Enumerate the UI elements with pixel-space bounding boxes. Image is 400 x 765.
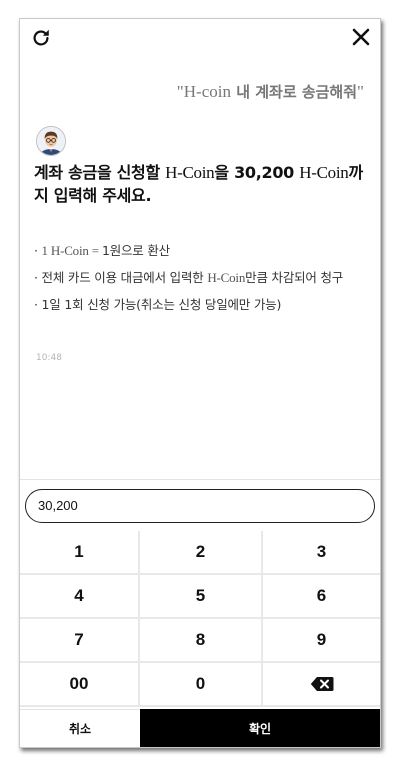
action-bar: 취소 확인 — [20, 709, 380, 747]
message-timestamp: 10:48 — [36, 353, 62, 363]
amount-input[interactable]: 30,200 — [25, 489, 375, 523]
info-item-brand: 1 H-Coin = — [41, 243, 102, 258]
user-message-text: 내 계좌로 송금해줘 — [230, 83, 358, 101]
chat-screen: "H-coin 내 계좌로 송금해줘" 계좌 송금을 신청할 H-Coin을 3… — [19, 18, 381, 748]
info-item-text-pre: 전체 카드 이용 대금에서 입력한 — [41, 270, 208, 285]
info-item: · 1일 1회 신청 가능(취소는 신청 당일에만 가능) — [34, 295, 368, 315]
key-00[interactable]: 00 — [20, 663, 138, 705]
close-icon[interactable] — [352, 28, 370, 46]
divider — [20, 479, 380, 480]
key-5[interactable]: 5 — [140, 575, 261, 617]
bot-message-title: 계좌 송금을 신청할 H-Coin을 30,200 H-Coin까지 입력해 주… — [34, 161, 370, 207]
key-6[interactable]: 6 — [263, 575, 380, 617]
key-4[interactable]: 4 — [20, 575, 138, 617]
info-item-text: 만큼 차감되어 청구 — [245, 270, 344, 285]
info-list: · 1 H-Coin = 1원으로 환산 · 전체 카드 이용 대금에서 입력한… — [34, 241, 368, 322]
key-1[interactable]: 1 — [20, 531, 138, 573]
info-item-bullet: · — [34, 243, 42, 258]
backspace-icon — [310, 677, 333, 691]
info-item-bullet: · — [34, 297, 42, 312]
top-bar — [20, 19, 380, 59]
title-part-1: 계좌 송금을 신청할 — [34, 163, 166, 182]
confirm-button[interactable]: 확인 — [140, 709, 380, 747]
title-brand-2: H-Coin — [299, 163, 349, 182]
key-3[interactable]: 3 — [263, 531, 380, 573]
info-item-bullet: · — [34, 270, 42, 285]
cancel-button[interactable]: 취소 — [20, 709, 140, 747]
info-item-text: 1일 1회 신청 가능(취소는 신청 당일에만 가능) — [41, 297, 282, 312]
info-item: · 전체 카드 이용 대금에서 입력한 H-Coin만큼 차감되어 청구 — [34, 268, 368, 288]
user-message: "H-coin 내 계좌로 송금해줘" — [177, 81, 364, 102]
info-item-brand: H-Coin — [207, 270, 246, 285]
info-item: · 1 H-Coin = 1원으로 환산 — [34, 241, 368, 261]
title-brand-1: H-Coin — [165, 163, 215, 182]
open-quote: " — [176, 82, 184, 101]
key-8[interactable]: 8 — [140, 619, 261, 661]
key-2[interactable]: 2 — [140, 531, 261, 573]
refresh-icon[interactable] — [30, 27, 52, 49]
key-7[interactable]: 7 — [20, 619, 138, 661]
info-item-text: 1원으로 환산 — [101, 243, 170, 258]
number-keypad: 1 2 3 4 5 6 7 8 9 00 0 — [20, 531, 380, 707]
key-9[interactable]: 9 — [263, 619, 380, 661]
key-0[interactable]: 0 — [140, 663, 261, 705]
title-part-2: 을 30,200 — [214, 163, 300, 182]
backspace-key[interactable] — [263, 663, 380, 705]
user-message-brand: H-coin — [183, 82, 231, 101]
close-quote: " — [357, 82, 364, 101]
avatar-icon — [36, 126, 66, 156]
